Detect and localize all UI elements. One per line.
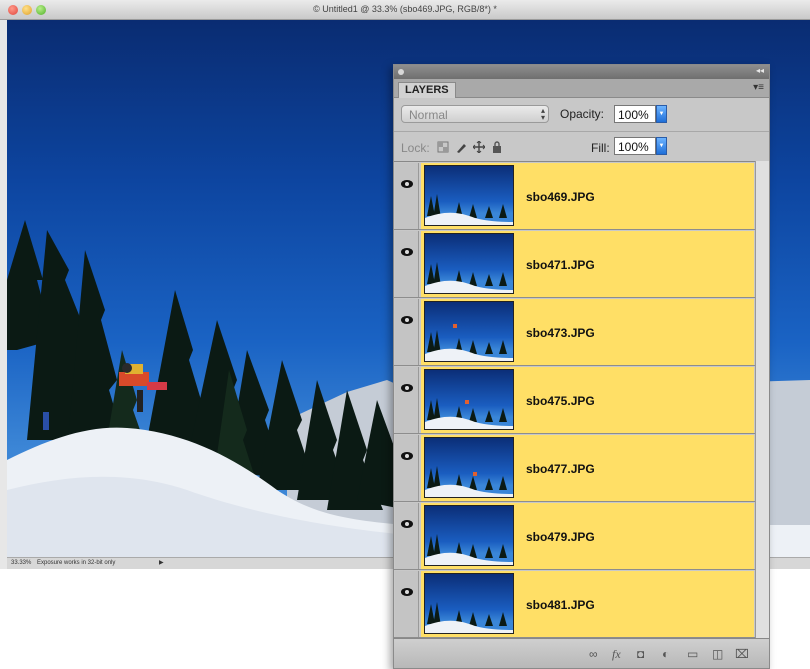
layer-thumbnail — [424, 505, 514, 566]
layers-list: sbo469.JPG sbo471.JPG sbo473.JPG sbo475.… — [394, 161, 769, 638]
lock-all-icon[interactable] — [491, 141, 503, 153]
fill-slider-button[interactable]: ▼ — [656, 137, 667, 155]
opacity-slider-button[interactable]: ▼ — [656, 105, 667, 123]
layer-thumbnail — [424, 437, 514, 498]
layer-body[interactable]: sbo473.JPG — [421, 299, 754, 365]
layer-thumbnail — [424, 165, 514, 226]
layer-name: sbo479.JPG — [526, 530, 595, 544]
visibility-toggle[interactable] — [395, 571, 419, 637]
fx-icon[interactable]: fx — [612, 647, 621, 661]
opacity-label: Opacity: — [560, 107, 605, 121]
layer-row[interactable]: sbo469.JPG — [394, 162, 769, 230]
lock-image-pixels-icon[interactable] — [455, 141, 467, 153]
link-icon[interactable]: ∞ — [589, 647, 598, 661]
layer-body[interactable]: sbo477.JPG — [421, 435, 754, 501]
eye-icon — [401, 588, 413, 596]
layer-thumbnail — [424, 233, 514, 294]
layer-body[interactable]: sbo475.JPG — [421, 367, 754, 433]
panel-footer: ∞ fx ◘ ◐ ▭ ◫ ⌧ — [394, 638, 769, 668]
layer-row[interactable]: sbo475.JPG — [394, 366, 769, 434]
mask-icon[interactable]: ◘ — [637, 647, 644, 661]
panel-header: ◂◂ — [394, 65, 769, 79]
document-title: © Untitled1 @ 33.3% (sbo469.JPG, RGB/8*)… — [313, 4, 497, 14]
blend-mode-value: Normal — [409, 108, 448, 122]
eye-icon — [401, 248, 413, 256]
window-titlebar: © Untitled1 @ 33.3% (sbo469.JPG, RGB/8*)… — [0, 0, 810, 20]
lock-transparent-pixels-icon[interactable] — [437, 141, 449, 153]
layers-panel: ◂◂ LAYERS ▾≡ Normal ▴ ▾ Opacity: 100% ▼ L… — [393, 64, 770, 669]
layer-body[interactable]: sbo481.JPG — [421, 571, 754, 637]
layer-body[interactable]: sbo479.JPG — [421, 503, 754, 569]
layer-name: sbo473.JPG — [526, 326, 595, 340]
layers-scrollbar[interactable] — [755, 161, 769, 638]
layer-thumbnail — [424, 573, 514, 634]
fill-label: Fill: — [591, 141, 610, 155]
layer-name: sbo469.JPG — [526, 190, 595, 204]
layer-row[interactable]: sbo479.JPG — [394, 502, 769, 570]
photoshop-screen: © Untitled1 @ 33.3% (sbo469.JPG, RGB/8*)… — [0, 0, 810, 669]
lock-position-icon[interactable] — [473, 141, 485, 153]
visibility-toggle[interactable] — [395, 367, 419, 433]
opacity-field[interactable]: 100% — [614, 105, 656, 123]
collapse-panel-icon[interactable]: ◂◂ — [756, 66, 764, 75]
eye-icon — [401, 180, 413, 188]
status-menu-arrow-icon[interactable]: ▶ — [159, 559, 164, 566]
eye-icon — [401, 384, 413, 392]
zoom-level[interactable]: 33.33% — [11, 560, 31, 566]
layer-row[interactable]: sbo471.JPG — [394, 230, 769, 298]
visibility-toggle[interactable] — [395, 435, 419, 501]
visibility-toggle[interactable] — [395, 163, 419, 229]
adjustment-icon[interactable]: ◐ — [662, 647, 669, 661]
layer-row[interactable]: sbo473.JPG — [394, 298, 769, 366]
layer-thumbnail — [424, 301, 514, 362]
panel-close-button[interactable] — [398, 69, 404, 75]
lock-label: Lock: — [401, 141, 430, 155]
layer-body[interactable]: sbo471.JPG — [421, 231, 754, 297]
blend-opacity-row: Normal ▴ ▾ Opacity: 100% ▼ — [394, 99, 769, 130]
layer-name: sbo481.JPG — [526, 598, 595, 612]
visibility-toggle[interactable] — [395, 503, 419, 569]
visibility-toggle[interactable] — [395, 299, 419, 365]
layer-body[interactable]: sbo469.JPG — [421, 163, 754, 229]
new-layer-icon[interactable]: ◫ — [712, 647, 723, 661]
layer-name: sbo475.JPG — [526, 394, 595, 408]
panel-menu-icon[interactable]: ▾≡ — [753, 82, 764, 93]
visibility-toggle[interactable] — [395, 231, 419, 297]
eye-icon — [401, 520, 413, 528]
eye-icon — [401, 316, 413, 324]
blend-mode-select[interactable]: Normal ▴ ▾ — [401, 105, 549, 123]
lock-fill-row: Lock: Fill: 100% ▼ — [394, 131, 769, 161]
layer-thumbnail — [424, 369, 514, 430]
status-message: Exposure works in 32-bit only — [37, 560, 116, 566]
fill-field[interactable]: 100% — [614, 137, 656, 155]
layer-name: sbo477.JPG — [526, 462, 595, 476]
group-icon[interactable]: ▭ — [687, 647, 698, 661]
blend-mode-arrows-icon: ▴ ▾ — [540, 106, 545, 122]
eye-icon — [401, 452, 413, 460]
panel-tab-bar: LAYERS ▾≡ — [394, 79, 769, 98]
layer-name: sbo471.JPG — [526, 258, 595, 272]
layer-row[interactable]: sbo481.JPG — [394, 570, 769, 638]
trash-icon[interactable]: ⌧ — [735, 647, 749, 661]
layer-row[interactable]: sbo477.JPG — [394, 434, 769, 502]
tab-layers[interactable]: LAYERS — [398, 82, 456, 98]
